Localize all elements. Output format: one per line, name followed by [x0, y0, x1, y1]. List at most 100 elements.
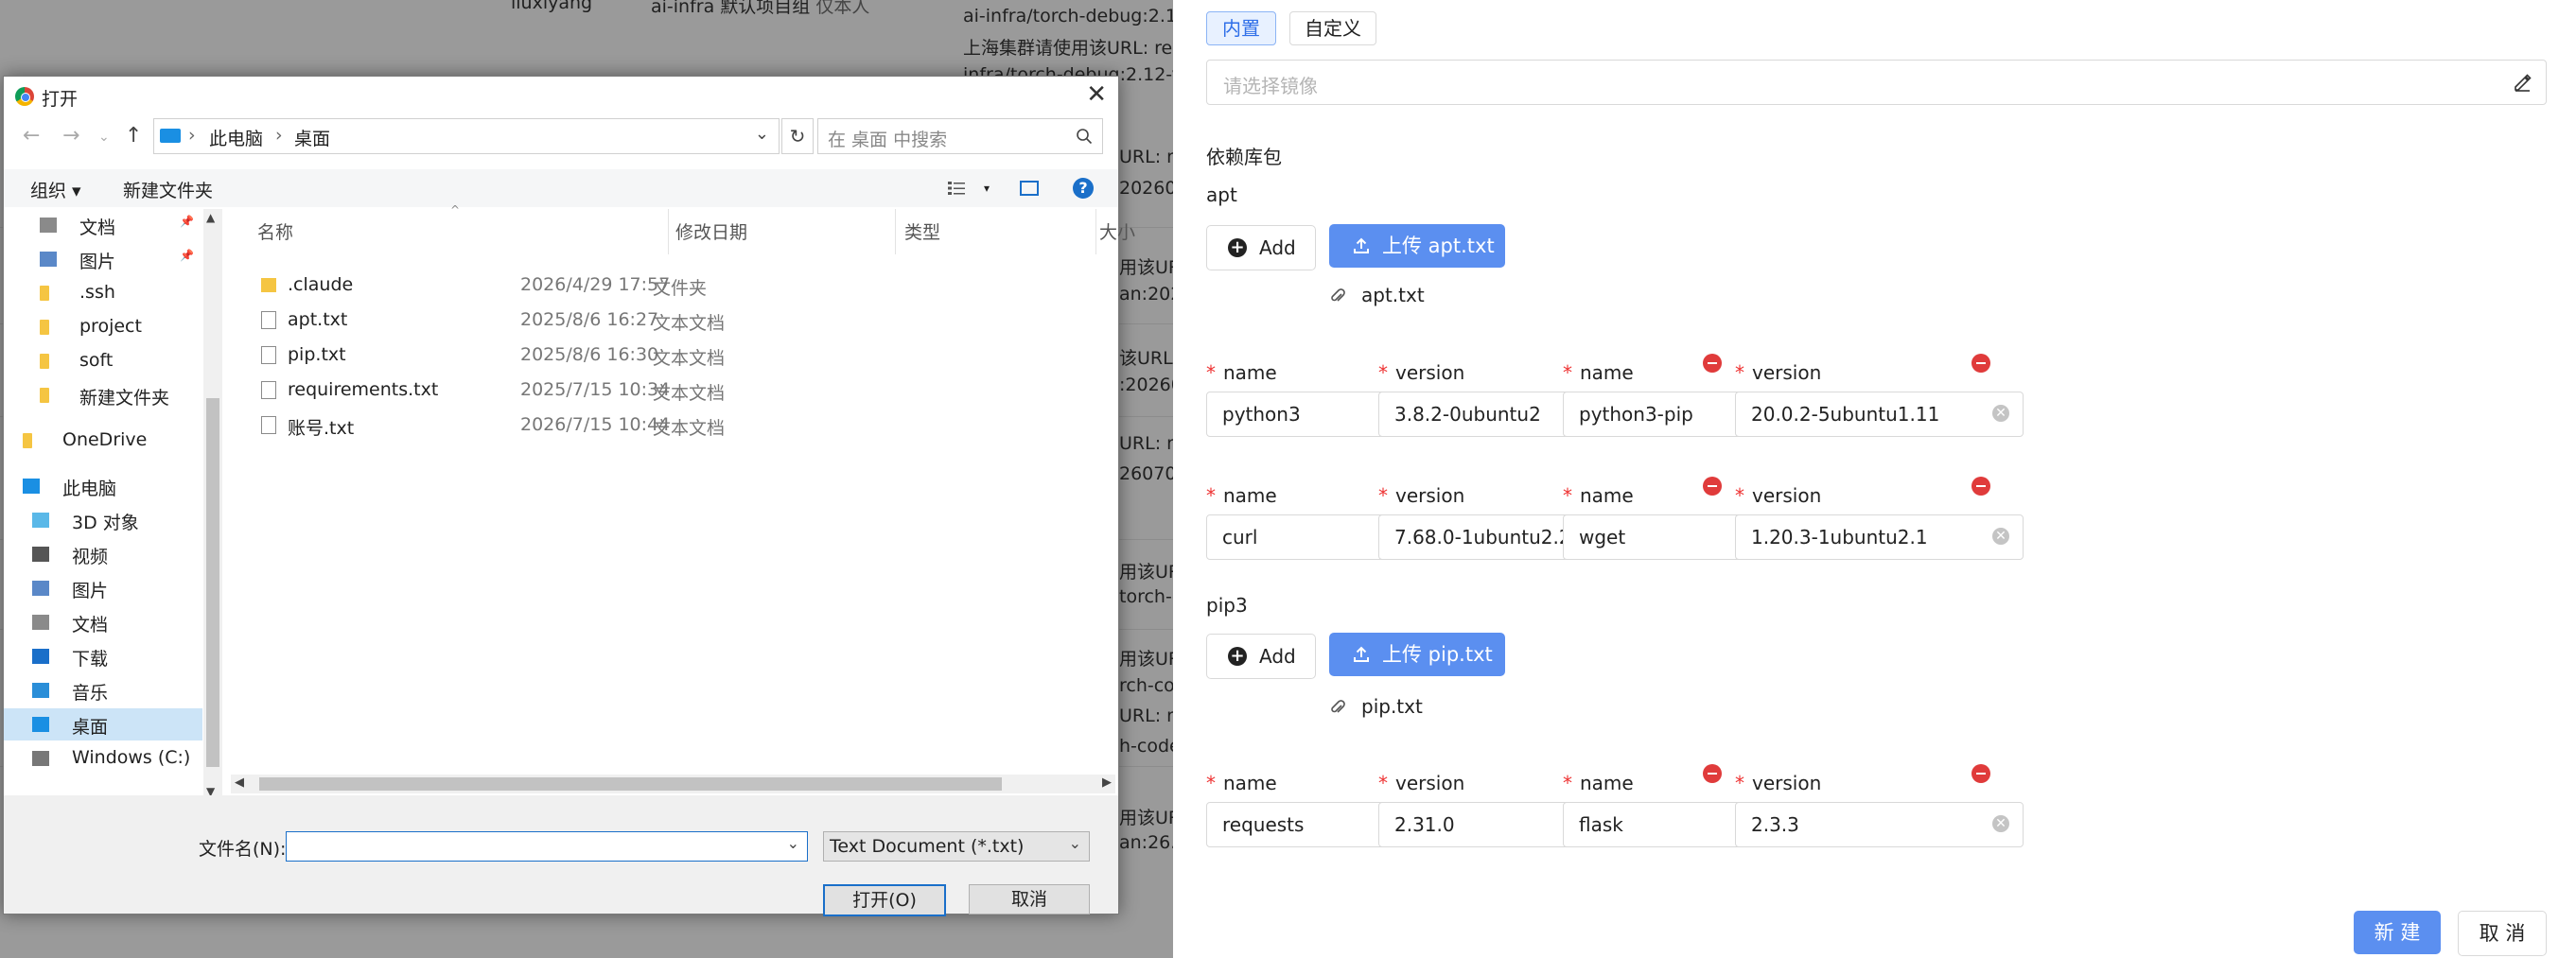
chevron-down-icon[interactable]: ⌄	[787, 834, 799, 852]
clear-icon[interactable]: ✕	[1992, 528, 2009, 545]
onedrive-icon	[23, 433, 32, 448]
breadcrumb-this-pc[interactable]: 此电脑	[209, 125, 263, 150]
remove-row-icon[interactable]	[1971, 764, 1990, 783]
file-row[interactable]: .claude 2026/4/29 17:57 文件夹	[261, 270, 1094, 300]
organize-menu[interactable]: 组织 ▾	[30, 177, 81, 202]
remove-row-icon[interactable]	[1703, 477, 1722, 496]
help-icon[interactable]: ?	[1073, 178, 1094, 199]
nav-item[interactable]: 下载	[4, 640, 202, 672]
folder-icon	[40, 286, 49, 301]
version-label: * version	[1378, 361, 1465, 384]
dialog-title: 打开	[42, 89, 79, 110]
breadcrumb-desktop[interactable]: 桌面	[294, 125, 330, 150]
remove-row-icon[interactable]	[1703, 764, 1722, 783]
nav-item-label: 文档	[79, 218, 116, 238]
version-label: * version	[1378, 484, 1465, 507]
version-label: * version	[1735, 772, 1822, 794]
nav-item[interactable]: 视频	[4, 538, 202, 570]
dialog-toolbar: 组织 ▾ 新建文件夹 ▾ ?	[4, 169, 1118, 207]
file-row[interactable]: pip.txt 2025/8/6 16:30 文本文档	[261, 340, 1094, 370]
filename-input[interactable]: ⌄	[286, 831, 808, 862]
file-row[interactable]: apt.txt 2025/8/6 16:27 文本文档	[261, 305, 1094, 335]
desktop-icon	[32, 717, 49, 732]
upload-icon	[1354, 237, 1369, 253]
this-pc-icon	[23, 479, 40, 494]
nav-item[interactable]: 新建文件夹	[4, 379, 202, 411]
videos-icon	[32, 547, 49, 562]
nav-item[interactable]: .ssh	[4, 277, 202, 309]
package-version-input[interactable]: 2.3.3 ✕	[1735, 802, 2024, 847]
bg-fragment: URL: re	[1119, 433, 1173, 454]
create-button[interactable]: 新 建	[2354, 911, 2441, 954]
nav-item[interactable]: 文档	[4, 606, 202, 638]
column-size[interactable]: 大小	[1099, 218, 1135, 244]
tab-custom[interactable]: 自定义	[1289, 11, 1376, 45]
file-type: 文本文档	[653, 383, 726, 404]
file-row[interactable]: requirements.txt 2025/7/15 10:34 文本文档	[261, 374, 1094, 405]
nav-item[interactable]: 3D 对象	[4, 504, 202, 536]
remove-row-icon[interactable]	[1703, 354, 1722, 373]
package-version-input[interactable]: 1.20.3-1ubuntu2.1 ✕	[1735, 514, 2024, 560]
nav-item[interactable]: Windows (C:)	[4, 742, 202, 775]
clear-icon[interactable]: ✕	[1992, 405, 2009, 422]
bg-fragment: rch-cod	[1119, 675, 1173, 696]
column-date[interactable]: 修改日期	[675, 218, 747, 244]
pip-section-label: pip3	[1206, 594, 1248, 617]
edit-icon[interactable]	[2512, 71, 2532, 92]
view-options-icon[interactable]	[948, 181, 965, 196]
view-dropdown-icon[interactable]: ▾	[984, 182, 990, 195]
owner-text: liuxiyang	[511, 0, 593, 13]
recent-dropdown-icon[interactable]: ⌄	[98, 130, 110, 145]
address-bar[interactable]: › 此电脑 › 桌面 ⌄	[153, 118, 780, 154]
pin-icon[interactable]: 📌	[180, 215, 194, 228]
upload-apt-button[interactable]: 上传 apt.txt	[1329, 224, 1505, 268]
remove-row-icon[interactable]	[1971, 354, 1990, 373]
close-icon[interactable]: ✕	[1086, 80, 1107, 109]
column-name[interactable]: 名称	[257, 218, 293, 244]
pictures-icon	[40, 252, 57, 267]
open-file-dialog: 打开 ✕ ← → ⌄ ↑ › 此电脑 › 桌面 ⌄ ↻ 在 桌面 中搜索 组织 …	[3, 76, 1135, 916]
search-input[interactable]: 在 桌面 中搜索	[817, 118, 1103, 154]
nav-scrollbar[interactable]: ▲ ▼	[203, 209, 222, 800]
chevron-down-icon[interactable]: ⌄	[755, 124, 769, 144]
clear-icon[interactable]: ✕	[1992, 815, 2009, 832]
add-apt-button[interactable]: + Add	[1206, 225, 1316, 270]
upload-pip-button[interactable]: 上传 pip.txt	[1329, 633, 1505, 676]
nav-item[interactable]: 图片	[4, 572, 202, 604]
nav-item[interactable]: project	[4, 311, 202, 343]
open-button[interactable]: 打开(O)	[823, 884, 946, 916]
file-list-hscrollbar[interactable]: ◀ ▶	[231, 775, 1115, 793]
filetype-select[interactable]: Text Document (*.txt) ⌄	[823, 831, 1090, 862]
image-select[interactable]: 请选择镜像	[1206, 60, 2547, 105]
nav-item[interactable]: 桌面	[4, 708, 202, 740]
file-row[interactable]: 账号.txt 2026/7/15 10:44 文本文档	[261, 409, 1094, 440]
remove-row-icon[interactable]	[1971, 477, 1990, 496]
column-type[interactable]: 类型	[904, 218, 940, 244]
preview-pane-icon[interactable]	[1020, 181, 1039, 196]
folder-icon	[40, 388, 49, 403]
package-version-input[interactable]: 20.0.2-5ubuntu1.11 ✕	[1735, 392, 2024, 437]
file-name: pip.txt	[288, 344, 346, 365]
nav-item[interactable]: 图片 📌	[4, 243, 202, 275]
documents-icon	[32, 615, 49, 630]
forward-arrow-icon[interactable]: →	[62, 124, 79, 148]
new-folder-button[interactable]: 新建文件夹	[123, 177, 213, 202]
nav-item[interactable]: soft	[4, 345, 202, 377]
nav-item-label: Windows (C:)	[72, 747, 191, 768]
version-label: * version	[1735, 484, 1822, 507]
nav-item[interactable]: 文档 📌	[4, 209, 202, 241]
nav-item[interactable]: 此电脑	[4, 470, 202, 502]
tab-builtin[interactable]: 内置	[1206, 11, 1276, 45]
cancel-button[interactable]: 取 消	[2458, 911, 2547, 956]
refresh-icon[interactable]: ↻	[781, 118, 814, 154]
bg-fragment: an:2026	[1119, 284, 1173, 305]
up-arrow-icon[interactable]: ↑	[125, 124, 142, 148]
paperclip-icon	[1331, 288, 1345, 302]
pin-icon[interactable]: 📌	[180, 249, 194, 262]
back-arrow-icon[interactable]: ←	[23, 124, 40, 148]
nav-item-label: 此电脑	[62, 479, 117, 499]
dialog-cancel-button[interactable]: 取消	[969, 884, 1090, 914]
nav-item[interactable]: 音乐	[4, 674, 202, 706]
add-pip-button[interactable]: + Add	[1206, 634, 1316, 679]
nav-item[interactable]: OneDrive	[4, 425, 202, 457]
